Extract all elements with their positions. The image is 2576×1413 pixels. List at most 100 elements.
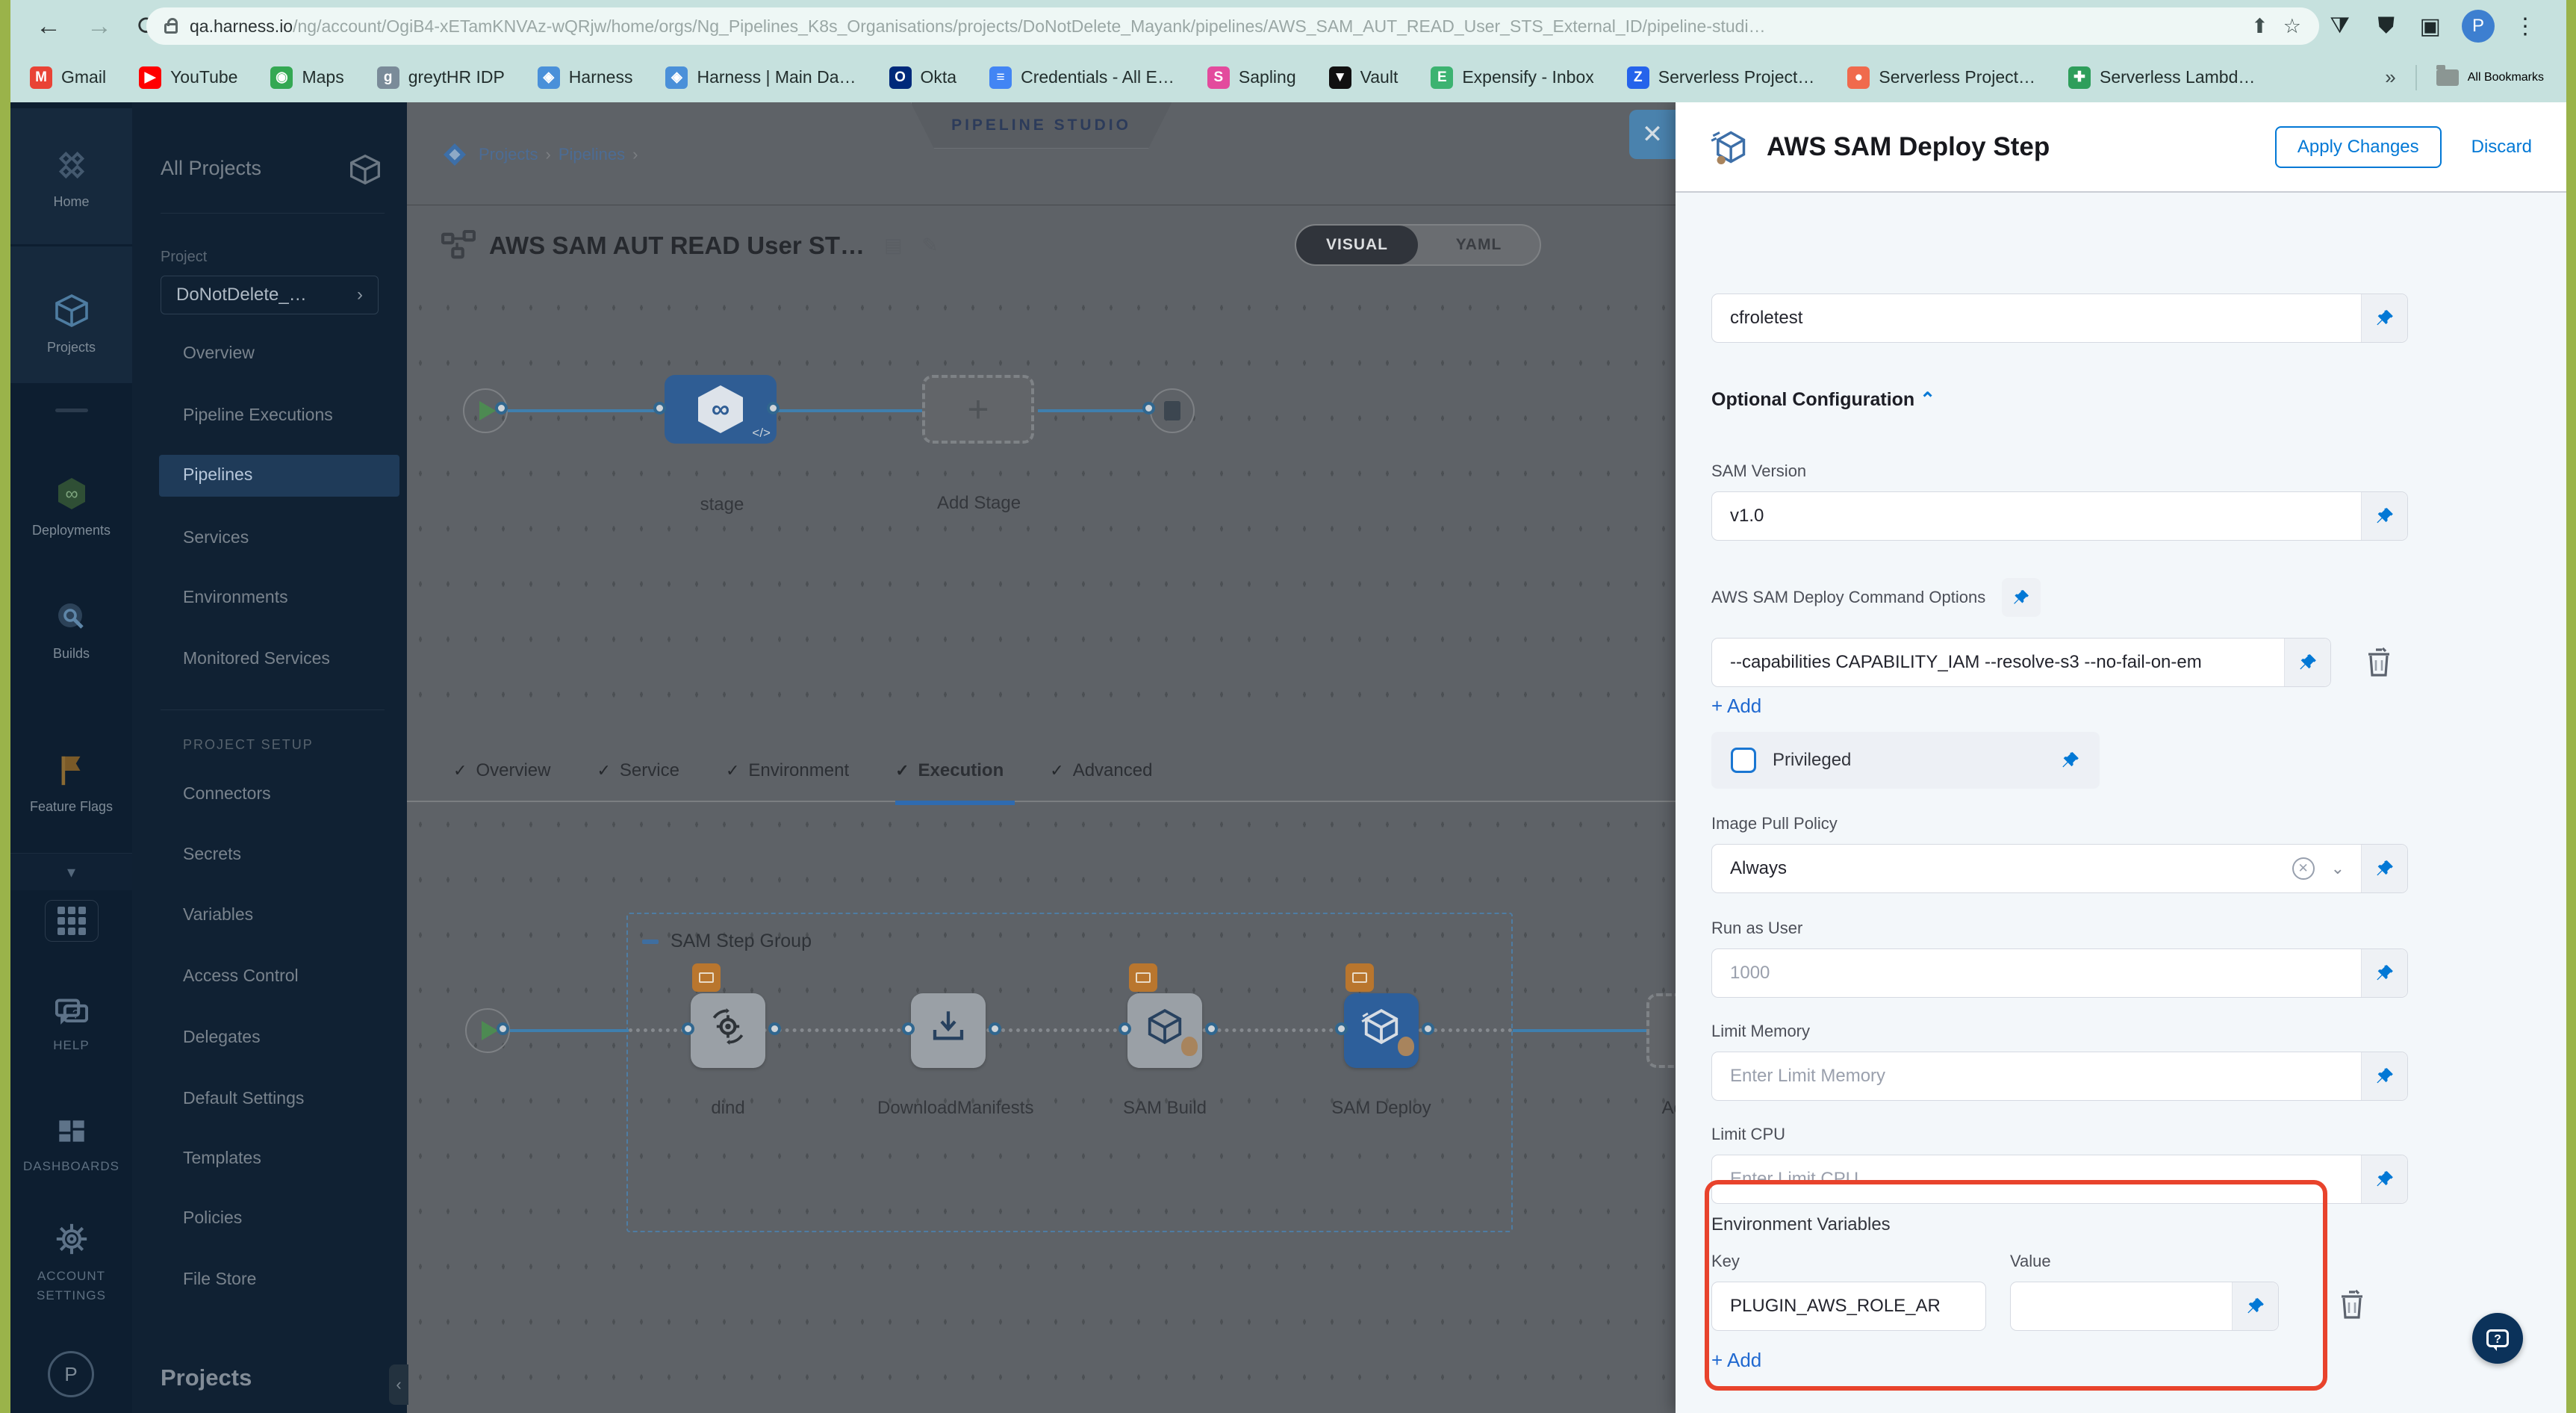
star-icon[interactable]: ☆ [2283, 15, 2301, 38]
delete-cmd-option-icon[interactable] [2364, 645, 2394, 680]
pin-suffix[interactable] [2361, 492, 2407, 540]
bookmark-serverless-project-[interactable]: ●Serverless Project… [1847, 66, 2035, 89]
sidebar-icon[interactable]: ▣ [2420, 13, 2441, 40]
url-text[interactable]: qa.harness.io/ng/account/OgiB4-xETamKNVA… [190, 16, 2236, 37]
all-projects-link[interactable]: All Projects [161, 157, 261, 180]
breadcrumb-pipelines[interactable]: Pipelines [559, 145, 625, 164]
back-icon[interactable]: ← [36, 12, 61, 41]
bookmark-vault[interactable]: ▼Vault [1329, 66, 1399, 89]
bookmark-okta[interactable]: OOkta [889, 66, 957, 89]
pin-suffix[interactable] [2361, 949, 2407, 997]
bookmark-credentials-all-e-[interactable]: ≡Credentials - All E… [989, 66, 1175, 89]
sidebar-item-dashboards[interactable]: DASHBOARDS [10, 1118, 132, 1174]
run-as-user-input[interactable] [1712, 949, 2361, 997]
env-value-input[interactable] [2011, 1282, 2232, 1330]
sam-version-input[interactable] [1712, 492, 2361, 540]
tab-advanced[interactable]: ✓Advanced [1050, 760, 1152, 781]
apply-changes-button[interactable]: Apply Changes [2275, 126, 2442, 168]
pin-suffix[interactable] [2284, 639, 2330, 686]
delete-env-var-icon[interactable] [2337, 1288, 2367, 1322]
sidebar-item-connectors[interactable]: Connectors [183, 783, 271, 804]
step-node-downloadmanifests[interactable] [911, 993, 986, 1068]
sidebar-item-delegates[interactable]: Delegates [183, 1027, 261, 1047]
pin-icon[interactable] [2061, 751, 2080, 770]
sidebar-item-overview[interactable]: Overview [183, 343, 255, 363]
bookmark-greythr-idp[interactable]: ggreytHR IDP [377, 66, 505, 89]
collapse-group-icon[interactable] [642, 940, 659, 944]
module-deployments[interactable]: ∞Deployments [10, 476, 132, 538]
sidebar-item-variables[interactable]: Variables [183, 904, 253, 925]
bookmark-expensify-inbox[interactable]: EExpensify - Inbox [1431, 66, 1593, 89]
breadcrumb-projects[interactable]: Projects [479, 145, 538, 164]
module-projects[interactable]: Projects [10, 293, 132, 355]
menu-kebab-icon[interactable]: ⋮ [2514, 13, 2536, 40]
image-pull-select[interactable] [1712, 845, 2361, 892]
add-step-node[interactable]: + [1646, 993, 1676, 1068]
bookmark-youtube[interactable]: ▶YouTube [139, 66, 237, 89]
clear-icon[interactable]: ✕ [2292, 857, 2315, 880]
discard-button[interactable]: Discard [2471, 137, 2532, 158]
sidebar-item-default-settings[interactable]: Default Settings [183, 1088, 304, 1108]
sidebar-item-services[interactable]: Services [183, 527, 249, 547]
collapse-modules-button[interactable]: ▾ [10, 853, 132, 890]
step-node-sam-build[interactable] [1127, 993, 1202, 1068]
env-key-input[interactable] [1712, 1282, 1985, 1330]
sidebar-item-access-control[interactable]: Access Control [183, 966, 299, 986]
all-bookmarks-label[interactable]: All Bookmarks [2468, 71, 2544, 84]
role-input[interactable] [1712, 294, 2361, 342]
pin-suffix[interactable] [2361, 1155, 2407, 1203]
apps-grid-button[interactable] [45, 900, 99, 942]
toggle-visual[interactable]: VISUAL [1296, 226, 1418, 264]
pin-button[interactable] [2002, 578, 2041, 617]
bookmark-harness-main-da-[interactable]: ◈Harness | Main Da… [665, 66, 856, 89]
user-avatar[interactable]: P [48, 1351, 94, 1397]
edit-pencil-icon[interactable]: ✎ [922, 234, 939, 257]
sidebar-item-secrets[interactable]: Secrets [183, 844, 241, 864]
sidebar-item-pipeline-executions[interactable]: Pipeline Executions [183, 405, 333, 425]
chevron-down-icon[interactable]: ⌄ [2331, 859, 2345, 878]
pin-suffix[interactable] [2361, 1052, 2407, 1100]
energy-saver-icon[interactable]: ⛊ [2378, 13, 2395, 39]
pin-suffix[interactable] [2361, 294, 2407, 342]
profile-avatar[interactable]: P [2462, 10, 2495, 43]
tab-overview[interactable]: ✓Overview [453, 760, 550, 781]
module-feature-flags[interactable]: Feature Flags [10, 754, 132, 815]
module-home[interactable]: Home [10, 149, 132, 210]
sidebar-item-account-settings[interactable]: ACCOUNT SETTINGS [10, 1223, 132, 1305]
help-fab[interactable]: ? [2472, 1313, 2523, 1364]
sidebar-item-templates[interactable]: Templates [183, 1148, 261, 1168]
module-builds[interactable]: Builds [10, 599, 132, 662]
sidebar-item-environments[interactable]: Environments [183, 587, 288, 607]
tab-execution[interactable]: ✓Execution [895, 760, 1004, 781]
privileged-checkbox[interactable] [1731, 748, 1756, 773]
doc-icon[interactable]: ▤ [884, 234, 903, 257]
url-bar[interactable]: qa.harness.io/ng/account/OgiB4-xETamKNVA… [146, 7, 2319, 45]
sidebar-item-monitored-services[interactable]: Monitored Services [183, 648, 330, 668]
add-env-var-link[interactable]: + Add [1711, 1349, 1761, 1372]
extensions-icon[interactable]: ⧩ [2330, 13, 2350, 39]
bookmark-harness[interactable]: ◈Harness [538, 66, 633, 89]
add-cmd-option-link[interactable]: + Add [1711, 695, 1761, 718]
sidebar-item-policies[interactable]: Policies [183, 1208, 242, 1228]
bookmark-serverless-project-[interactable]: ZServerless Project… [1627, 66, 1815, 89]
cmd-options-input[interactable] [1712, 639, 2284, 686]
optional-config-heading[interactable]: Optional Configuration ⌃ [1711, 388, 1935, 411]
tab-environment[interactable]: ✓Environment [726, 760, 849, 781]
bookmark-gmail[interactable]: MGmail [30, 66, 106, 89]
bookmarks-overflow[interactable]: » [2385, 66, 2395, 89]
project-selector[interactable]: DoNotDelete_… › [161, 276, 379, 314]
share-icon[interactable]: ⬆ [2251, 15, 2268, 38]
stage-node[interactable]: ∞ </> [665, 375, 777, 444]
bookmark-maps[interactable]: ◉Maps [270, 66, 343, 89]
tab-service[interactable]: ✓Service [597, 760, 679, 781]
forward-icon[interactable]: → [87, 12, 112, 41]
sidebar-collapse-handle[interactable]: ‹ [389, 1364, 408, 1405]
bookmark-serverless-lambd-[interactable]: ✚Serverless Lambd… [2068, 66, 2255, 89]
add-stage-node[interactable]: + [922, 375, 1034, 444]
sidebar-item-help[interactable]: ? HELP [10, 999, 132, 1053]
limit-memory-input[interactable] [1712, 1052, 2361, 1100]
step-node-sam-deploy[interactable] [1344, 993, 1419, 1068]
pin-suffix[interactable] [2361, 845, 2407, 892]
bookmark-sapling[interactable]: SSapling [1207, 66, 1296, 89]
sidebar-item-file-store[interactable]: File Store [183, 1269, 256, 1289]
